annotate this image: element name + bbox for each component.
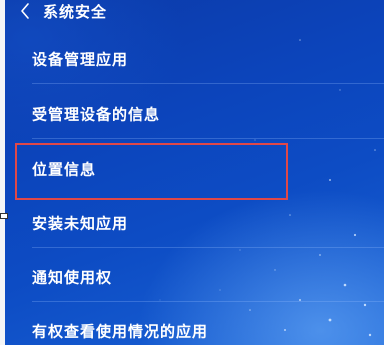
menu-item-install-unknown-apps[interactable]: 安装未知应用 [5,198,384,248]
page-title: 系统安全 [43,3,108,21]
settings-screen: 系统安全 设备管理应用 受管理设备的信息 位置信息 安装未知应用 通知使用权 有… [0,0,384,345]
menu-item-managed-device-info[interactable]: 受管理设备的信息 [5,89,384,139]
edge-marker [0,213,8,219]
menu-item-label: 设备管理应用 [32,50,129,69]
divider [32,83,384,84]
menu-item-label: 有权查看使用情况的应用 [32,322,209,341]
menu-item-device-admin-apps[interactable]: 设备管理应用 [5,34,384,84]
divider [32,301,384,302]
chevron-left-icon[interactable] [19,2,31,20]
divider [32,138,384,139]
menu-item-notification-access[interactable]: 通知使用权 [5,252,384,302]
menu-item-label: 通知使用权 [32,268,113,287]
divider [32,247,384,248]
header-bar: 系统安全 [5,0,384,26]
menu-item-label: 受管理设备的信息 [32,105,161,124]
menu-item-label: 安装未知应用 [32,214,129,233]
left-margin-strip [0,0,5,345]
highlight-box [15,143,288,200]
menu-item-usage-access-apps[interactable]: 有权查看使用情况的应用 [5,306,384,345]
